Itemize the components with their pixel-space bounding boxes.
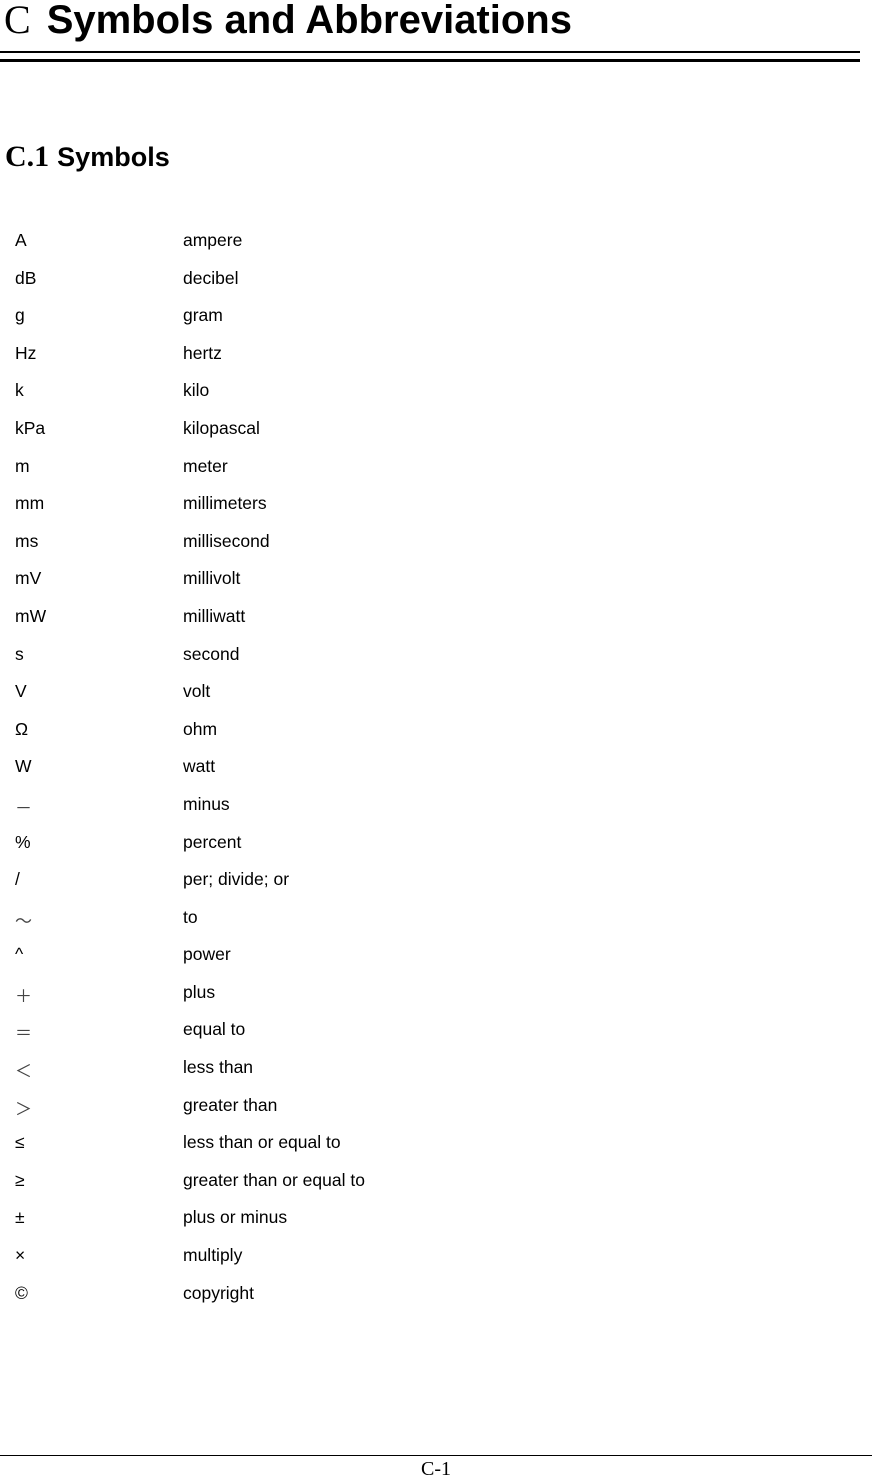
symbol: ≤ xyxy=(15,1132,25,1153)
symbol: s xyxy=(15,643,24,664)
symbol: － xyxy=(15,798,32,819)
section-number: C.1 xyxy=(5,140,50,173)
symbol: Hz xyxy=(15,342,37,363)
symbol: W xyxy=(15,756,32,777)
symbol: A xyxy=(15,230,27,250)
symbol: ＞ xyxy=(15,1099,32,1120)
symbol: mW xyxy=(15,605,47,626)
symbol: Ω xyxy=(15,718,29,739)
symbol: ＋ xyxy=(15,986,32,1007)
symbol-meaning: multiply xyxy=(183,1245,243,1266)
symbol: © xyxy=(15,1282,28,1303)
symbol-meaning: equal to xyxy=(183,1019,246,1040)
symbol-meaning: power xyxy=(183,944,231,965)
symbol: g xyxy=(15,305,25,326)
appendix-letter: C xyxy=(4,0,31,42)
symbol-meaning: meter xyxy=(183,455,228,476)
chapter-title-text: Symbols and Abbreviations xyxy=(46,0,572,42)
symbol-meaning: watt xyxy=(183,756,216,777)
title-rule-thin xyxy=(0,51,860,53)
symbol-meaning: milliwatt xyxy=(183,605,246,626)
chapter-title: C Symbols and Abbreviations xyxy=(4,0,572,43)
symbol: ± xyxy=(15,1207,25,1228)
symbol: ＝ xyxy=(15,1024,32,1045)
symbol: × xyxy=(15,1245,26,1266)
symbol-meaning: second xyxy=(183,643,240,664)
symbol-meaning: to xyxy=(183,906,198,927)
symbol: m xyxy=(15,455,30,476)
symbol: ＜ xyxy=(15,1062,32,1083)
symbol-meaning: plus or minus xyxy=(183,1207,288,1228)
symbol-meaning: millisecond xyxy=(183,530,270,551)
symbol: ms xyxy=(15,530,39,551)
symbol-meaning: gram xyxy=(183,305,223,326)
symbol: kPa xyxy=(15,417,46,438)
symbol-meaning: hertz xyxy=(183,342,222,363)
symbol: ～ xyxy=(15,911,32,932)
symbol-meaning: kilopascal xyxy=(183,417,260,438)
symbol-meaning: percent xyxy=(183,831,242,852)
symbol: ≥ xyxy=(15,1169,25,1190)
symbol-meaning: plus xyxy=(183,981,216,1002)
symbol: V xyxy=(15,681,27,702)
symbol: k xyxy=(15,380,24,401)
page-number: C-1 xyxy=(421,1458,451,1480)
symbol-meaning: greater than or equal to xyxy=(183,1169,365,1190)
symbol-meaning: greater than xyxy=(183,1094,278,1115)
symbol-meaning: copyright xyxy=(183,1282,255,1303)
symbol: % xyxy=(15,831,31,852)
symbol-meaning: per; divide; or xyxy=(183,869,290,890)
symbol-meaning: millivolt xyxy=(183,568,241,589)
symbol-meaning: millimeters xyxy=(183,493,267,514)
symbol-meaning: volt xyxy=(183,681,211,702)
symbol-meaning: ampere xyxy=(183,230,243,250)
title-rule-thick xyxy=(0,59,860,62)
section-title: Symbols xyxy=(57,142,170,172)
section-heading: C.1 Symbols xyxy=(5,140,170,174)
symbol-meaning: less than xyxy=(183,1057,254,1078)
symbol-meaning: kilo xyxy=(183,380,210,401)
symbol: mV xyxy=(15,568,42,589)
footer-rule xyxy=(0,1455,872,1456)
symbol: mm xyxy=(15,493,45,514)
symbol: dB xyxy=(15,267,37,288)
symbol-meaning: minus xyxy=(183,793,230,814)
symbol-meaning: less than or equal to xyxy=(183,1132,341,1153)
symbol-meaning: decibel xyxy=(183,267,239,288)
symbol: / xyxy=(15,869,20,890)
symbol-meaning: ohm xyxy=(183,718,218,739)
symbol: ^ xyxy=(15,944,24,965)
